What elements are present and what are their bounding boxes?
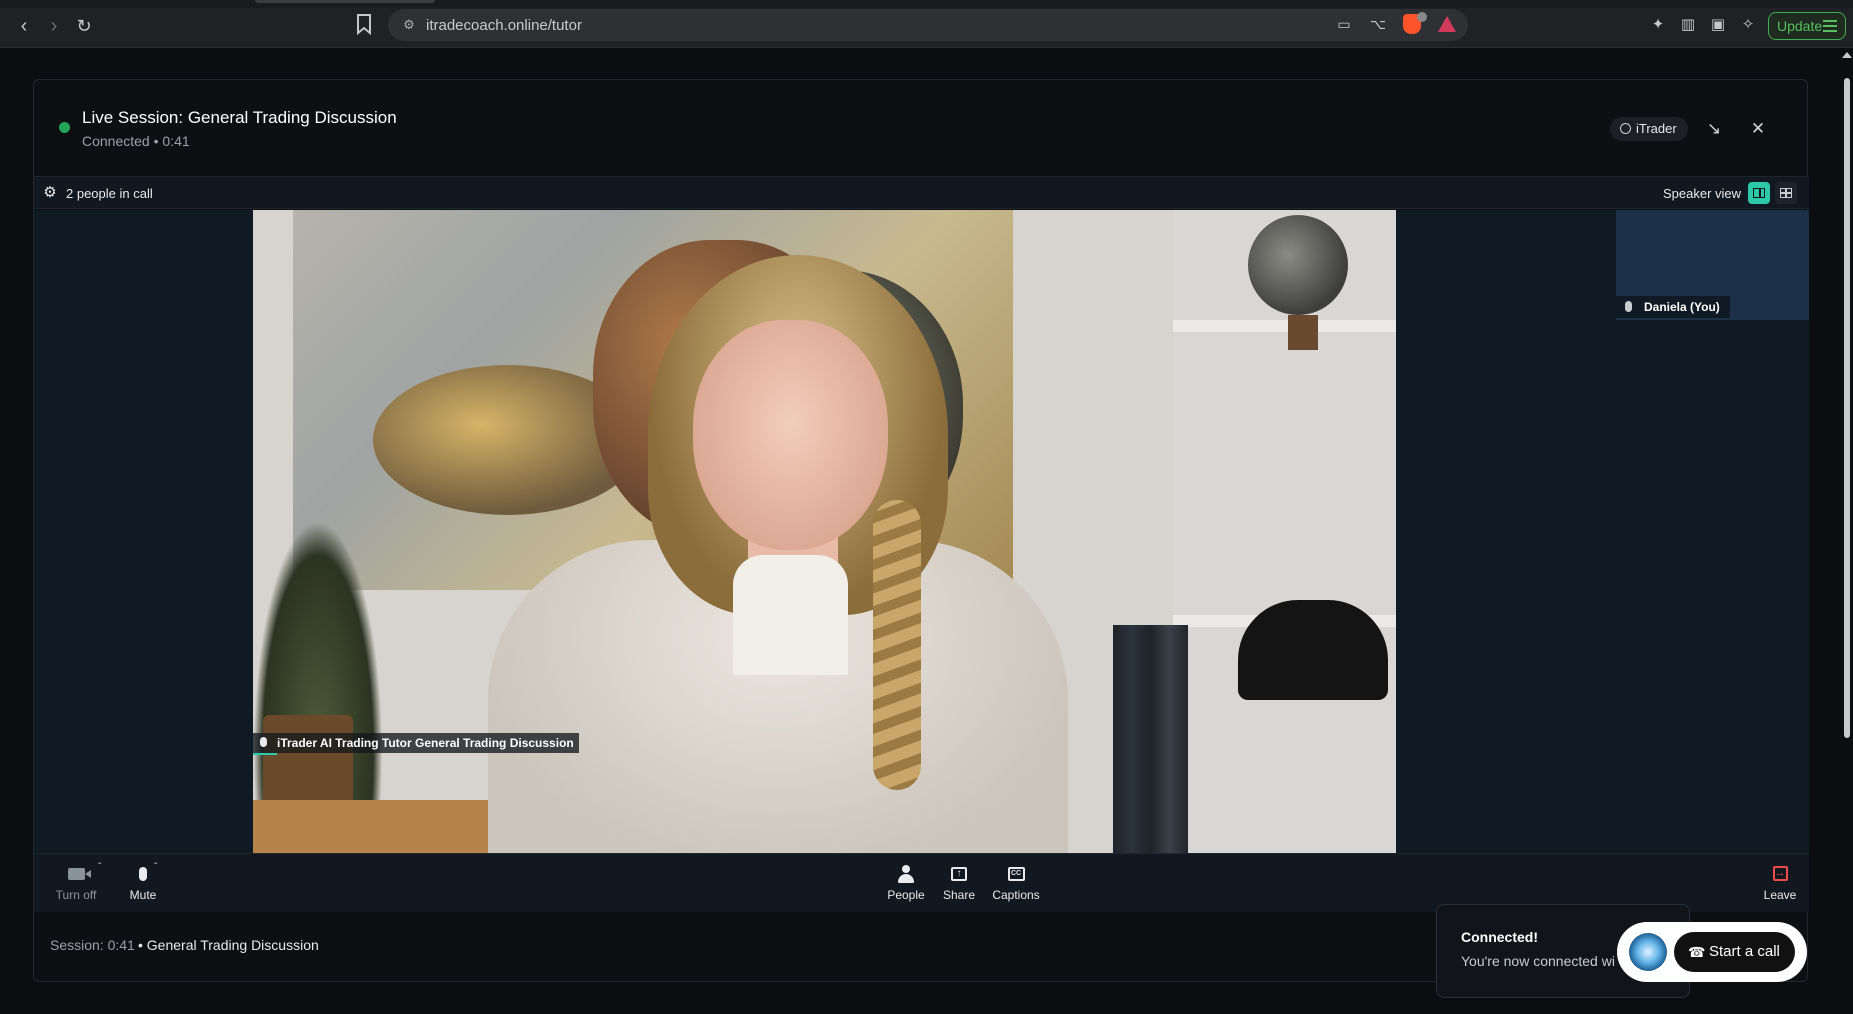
main-participant-name: iTrader AI Trading Tutor General Trading… (277, 736, 574, 750)
sidebar-icon[interactable]: ▥ (1677, 14, 1699, 36)
assistant-orb-icon[interactable] (1629, 933, 1667, 971)
presenter-turtleneck (733, 555, 848, 675)
share-label: Share (942, 888, 976, 902)
globe (1248, 215, 1348, 315)
itrader-chat-button[interactable]: iTrader (1610, 117, 1688, 141)
captions-icon: CC (1007, 866, 1025, 881)
presenter-braid (873, 500, 921, 790)
grid-layout-icon (1780, 188, 1792, 198)
session-topic: • General Trading Discussion (138, 937, 319, 953)
site-info-icon[interactable]: ⚙ (400, 16, 418, 34)
view-mode-label: Speaker view (1663, 186, 1742, 201)
captions-button[interactable]: CC Captions (986, 862, 1046, 902)
phone-icon: ☎ (1688, 944, 1706, 960)
share-button[interactable]: ↑ Share (934, 862, 984, 902)
minimize-icon[interactable]: ↘ (1703, 118, 1725, 140)
video-stage: iTrader AI Trading Tutor General Trading… (34, 210, 1809, 853)
live-session-modal: Live Session: General Trading Discussion… (33, 79, 1809, 982)
itrader-label: iTrader (1636, 121, 1677, 136)
start-call-button[interactable]: ☎ Start a call (1674, 932, 1795, 972)
url-text[interactable]: itradecoach.online/tutor (426, 17, 582, 34)
close-icon[interactable]: ✕ (1747, 118, 1769, 140)
session-timer: Session: 0:41 (50, 937, 135, 953)
chevron-down-icon[interactable]: ˇ (98, 862, 101, 873)
toast-message: You're now connected wi (1461, 953, 1615, 969)
globe-stand (1288, 315, 1318, 350)
chevron-down-icon[interactable]: ˇ (154, 862, 157, 873)
voice-call-widget: ☎ Start a call (1617, 922, 1807, 982)
leave-icon: → (1772, 866, 1788, 882)
brave-rewards-icon[interactable] (1438, 16, 1456, 32)
shields-count-badge (1417, 12, 1427, 22)
self-participant-name: Daniela (You) (1644, 300, 1720, 314)
leave-button[interactable]: → Leave (1760, 862, 1800, 902)
mute-button[interactable]: Mute ˇ (118, 862, 168, 902)
start-call-label: Start a call (1709, 943, 1780, 960)
self-participant-label: Daniela (You) (1616, 296, 1730, 318)
leo-ai-icon[interactable]: ✧ (1737, 14, 1759, 36)
mute-label: Mute (129, 888, 157, 902)
leave-label: Leave (1763, 888, 1797, 902)
active-tab-indicator[interactable] (255, 0, 435, 3)
people-label: People (887, 888, 925, 902)
call-info-bar: ⚙ 2 people in call Speaker view (34, 176, 1809, 209)
update-button[interactable]: Update (1768, 12, 1846, 40)
scroll-up-icon[interactable] (1842, 52, 1852, 58)
back-icon[interactable]: ‹ (12, 14, 36, 38)
main-participant-label: iTrader AI Trading Tutor General Trading… (253, 733, 579, 755)
address-bar[interactable]: ⚙ itradecoach.online/tutor (388, 9, 1468, 41)
mic-icon (1625, 301, 1632, 312)
gear-icon[interactable]: ⚙ (42, 185, 58, 201)
speaker-layout-icon (1753, 188, 1765, 198)
modal-header: Live Session: General Trading Discussion… (34, 80, 1809, 176)
reload-icon[interactable]: ↻ (72, 14, 96, 38)
grid-view-button[interactable] (1775, 182, 1797, 204)
captions-label: Captions (992, 888, 1040, 902)
share-screen-icon: ↑ (951, 866, 967, 881)
connection-status: Connected • 0:41 (82, 133, 190, 149)
share-icon[interactable]: ⌥ (1368, 14, 1388, 34)
camera-label: Turn off (55, 888, 97, 902)
scrollbar-thumb[interactable] (1844, 78, 1850, 738)
audio-level-bar (253, 753, 277, 755)
mic-icon (260, 737, 267, 747)
main-video-feed[interactable]: iTrader AI Trading Tutor General Trading… (253, 210, 1396, 853)
forward-icon[interactable]: › (42, 14, 66, 38)
browser-toolbar: ‹ › ↻ ⚙ itradecoach.online/tutor ▭ ⌥ ✦ ▥… (0, 0, 1853, 48)
self-video-tile[interactable]: Daniela (You) (1616, 210, 1809, 320)
update-label: Update (1777, 18, 1823, 34)
speaker-view-button[interactable] (1748, 182, 1770, 204)
people-icon (898, 864, 914, 883)
camera-icon (67, 867, 91, 880)
wallet-icon[interactable]: ▣ (1707, 14, 1729, 36)
menu-icon (1823, 20, 1837, 32)
baseball-cap (1238, 600, 1388, 700)
microphone-icon (139, 866, 147, 881)
cast-icon[interactable]: ▭ (1334, 14, 1354, 34)
toast-title: Connected! (1461, 929, 1538, 945)
books (1113, 625, 1188, 853)
people-button[interactable]: People (881, 862, 931, 902)
camera-toggle-button[interactable]: Turn off ˇ (46, 862, 106, 902)
people-count: 2 people in call (66, 186, 153, 201)
bookmark-icon[interactable] (355, 13, 373, 36)
presenter-face (693, 320, 888, 550)
chat-icon (1620, 123, 1631, 134)
extensions-icon[interactable]: ✦ (1647, 14, 1669, 36)
live-status-dot (59, 122, 70, 133)
shelf (1173, 320, 1396, 332)
session-title: Live Session: General Trading Discussion (82, 108, 397, 127)
